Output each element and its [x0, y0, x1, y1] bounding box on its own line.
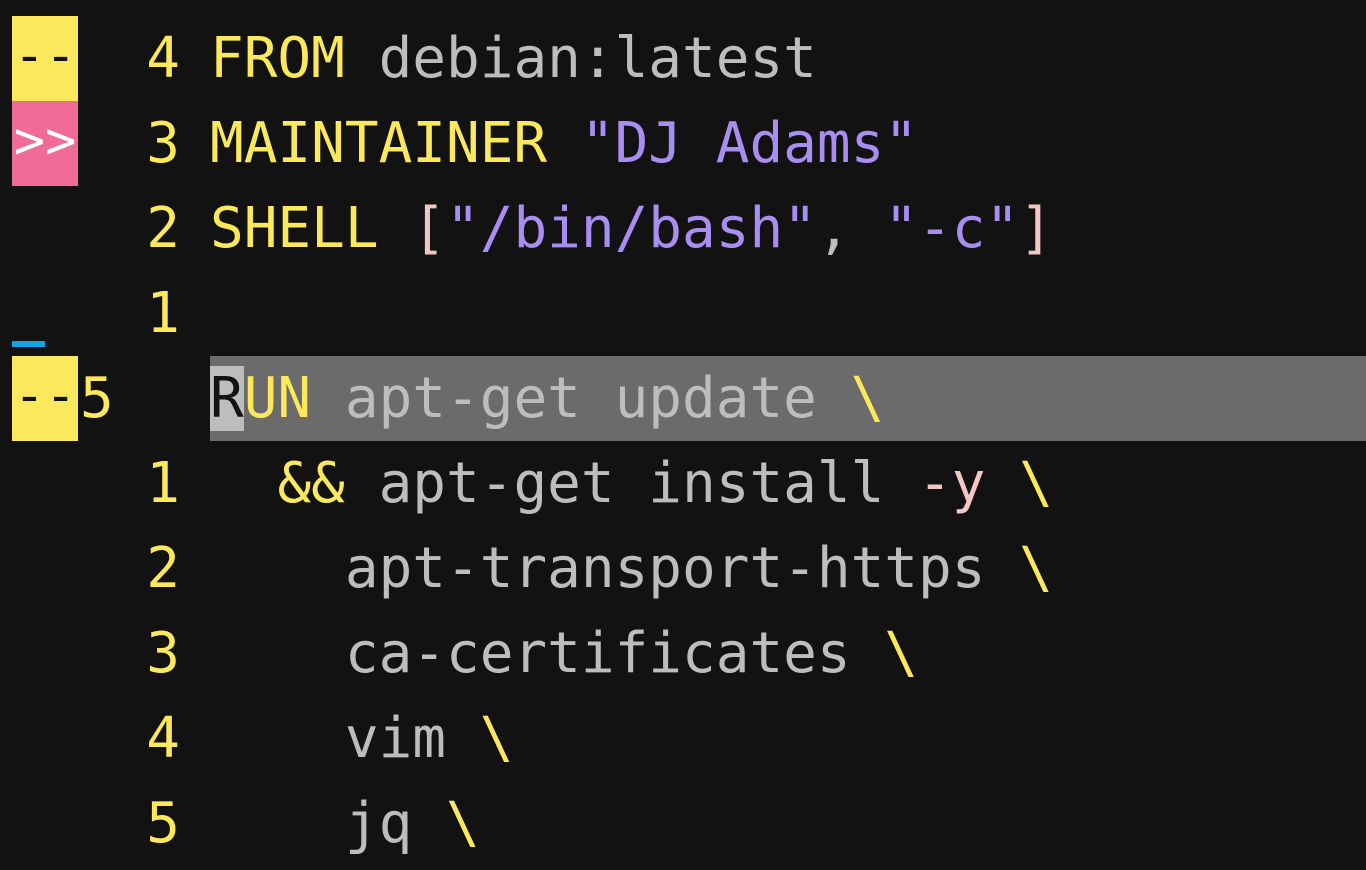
token-operator: \	[850, 366, 885, 431]
token-keyword: MAINTAINER	[210, 111, 548, 176]
sign-warning: --	[12, 356, 78, 441]
token-operator: \	[479, 706, 514, 771]
sign-error: >>	[12, 101, 78, 186]
relative-line-number: 2	[146, 536, 180, 601]
vim-editor[interactable]: -- 4 FROM debian:latest >> 3 MAINTAINER "DJ A…	[0, 0, 1366, 870]
token-operator: \	[1019, 451, 1053, 516]
code-line[interactable]: vim \	[210, 696, 514, 781]
sign-warning: --	[12, 16, 78, 101]
token-bracket: ]	[1019, 196, 1053, 261]
sign-info	[12, 271, 78, 356]
relative-line-number: 2	[146, 196, 180, 261]
relative-line-number: 3	[146, 111, 180, 176]
code-line[interactable]: apt-transport-https \	[210, 526, 1053, 611]
code-line[interactable]: FROM debian:latest	[210, 16, 817, 101]
code-line[interactable]: MAINTAINER "DJ Adams"	[210, 101, 918, 186]
token-cursor: R	[210, 366, 244, 431]
token-string: "DJ Adams"	[580, 111, 919, 176]
token-operator: &&	[277, 451, 345, 516]
relative-line-number: 3	[146, 621, 180, 686]
code-line[interactable]: jq \	[210, 781, 480, 866]
token-string: "/bin/bash"	[446, 196, 817, 261]
relative-line-number: 5	[146, 791, 180, 856]
relative-line-number: 1	[146, 281, 180, 346]
token-keyword: UN	[243, 366, 312, 431]
token-text: jq	[210, 791, 447, 856]
token-text: apt-get update	[344, 366, 817, 431]
token-text: ,	[816, 196, 885, 261]
relative-line-number: 4	[146, 26, 180, 91]
token-operator: \	[1019, 536, 1053, 601]
token-operator: \	[446, 791, 480, 856]
token-text: debian:latest	[378, 26, 817, 91]
token-string: "-c"	[884, 196, 1020, 261]
token-keyword: FROM	[210, 26, 345, 91]
token-text: apt-get install	[344, 451, 919, 516]
token-text: vim	[210, 706, 480, 771]
token-text: ca-certificates	[210, 621, 885, 686]
token-operator: \	[884, 621, 919, 686]
relative-line-number: 4	[146, 706, 180, 771]
token-text: apt-transport-https	[210, 536, 1020, 601]
token-keyword: SHELL	[210, 196, 379, 261]
code-line[interactable]: ca-certificates \	[210, 611, 918, 696]
code-line[interactable]: && apt-get install -y \	[210, 441, 1053, 526]
code-line[interactable]: SHELL ["/bin/bash", "-c"]	[210, 186, 1053, 271]
code-line[interactable]: RUN apt-get update \	[210, 356, 884, 441]
token-bracket: [	[412, 196, 447, 261]
relative-line-number: 1	[146, 451, 180, 516]
current-line-number: 5	[80, 366, 114, 431]
token-flag: -y	[918, 451, 986, 516]
